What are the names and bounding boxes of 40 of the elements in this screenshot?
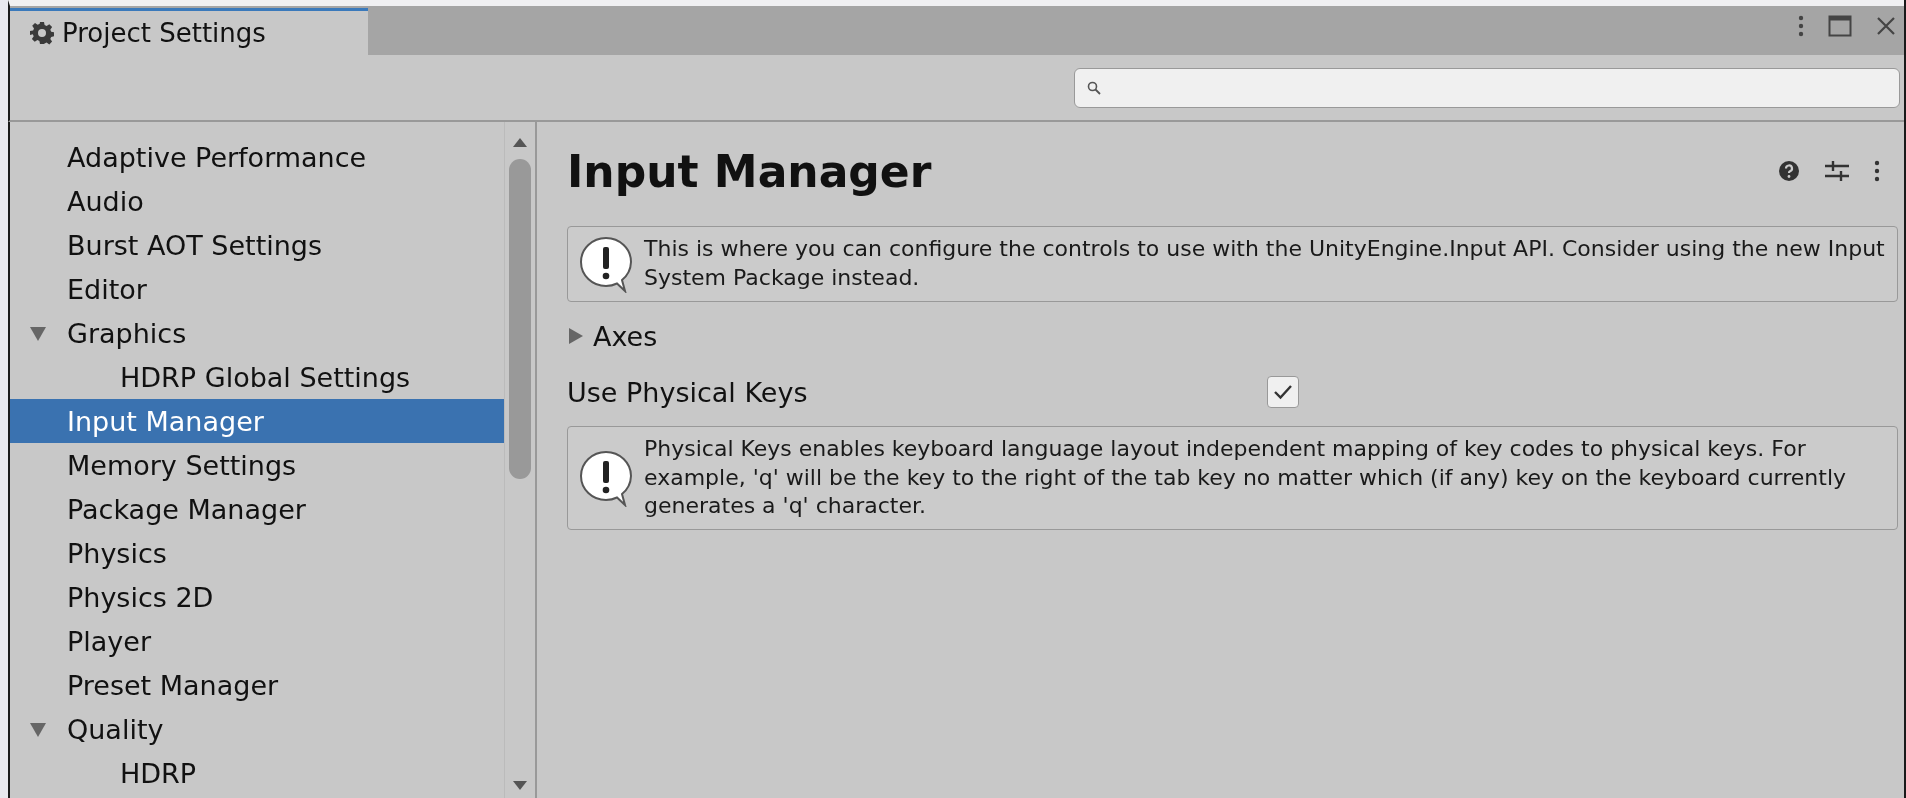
window-tab[interactable]: Project Settings <box>10 8 368 55</box>
settings-item[interactable]: Physics <box>10 531 504 575</box>
settings-item[interactable]: HDRP Global Settings <box>10 355 504 399</box>
maximize-icon[interactable] <box>1828 14 1852 37</box>
settings-item[interactable]: HDRP <box>10 751 504 795</box>
settings-item[interactable]: Adaptive Performance <box>10 135 504 179</box>
settings-item[interactable]: Memory Settings <box>10 443 504 487</box>
warning-bubble-icon <box>578 235 634 293</box>
scrollbar-thumb[interactable] <box>509 159 531 479</box>
settings-item[interactable]: Quality <box>10 707 504 751</box>
close-icon[interactable] <box>1876 15 1896 36</box>
settings-item[interactable]: Input Manager <box>10 399 504 443</box>
info-text: This is where you can configure the controls to use with the UnityEngine.Input API. Consider using the new Input System Package instead. <box>644 235 1886 292</box>
search-icon <box>1087 80 1101 95</box>
settings-item[interactable]: Graphics <box>10 311 504 355</box>
settings-item[interactable]: Physics 2D <box>10 575 504 619</box>
checkbox[interactable] <box>1267 376 1299 408</box>
sliders-icon[interactable] <box>1824 159 1850 183</box>
settings-item[interactable]: Audio <box>10 179 504 223</box>
scroll-up-icon[interactable] <box>513 138 527 147</box>
warning-bubble-icon <box>578 448 634 507</box>
search-field[interactable] <box>1074 67 1900 108</box>
settings-item[interactable]: Burst AOT Settings <box>10 223 504 267</box>
setting-label: Use Physical Keys <box>567 376 809 408</box>
more-icon[interactable] <box>1798 14 1804 37</box>
checkmark-icon <box>1273 384 1293 400</box>
expand-arrow-icon[interactable] <box>30 327 46 341</box>
foldout-arrow-icon <box>569 328 583 344</box>
expand-arrow-icon[interactable] <box>30 723 46 737</box>
page-title: Input Manager <box>567 145 932 197</box>
info-text: Physical Keys enables keyboard language layout independent mapping of key codes to physical keys. For example, 'q' will be the key to the right of the tab key no matter which (if any) key on the keyboard currently generates a 'q' character. <box>644 435 1848 521</box>
help-icon[interactable] <box>1778 160 1800 182</box>
more-icon[interactable] <box>1874 160 1880 182</box>
foldout-header[interactable]: Axes <box>567 308 658 364</box>
settings-item[interactable]: Preset Manager <box>10 663 504 707</box>
settings-item[interactable]: Package Manager <box>10 487 504 531</box>
scroll-down-icon[interactable] <box>513 781 527 790</box>
settings-item[interactable]: Player <box>10 619 504 663</box>
settings-item[interactable]: Editor <box>10 267 504 311</box>
gear-icon <box>30 21 54 45</box>
